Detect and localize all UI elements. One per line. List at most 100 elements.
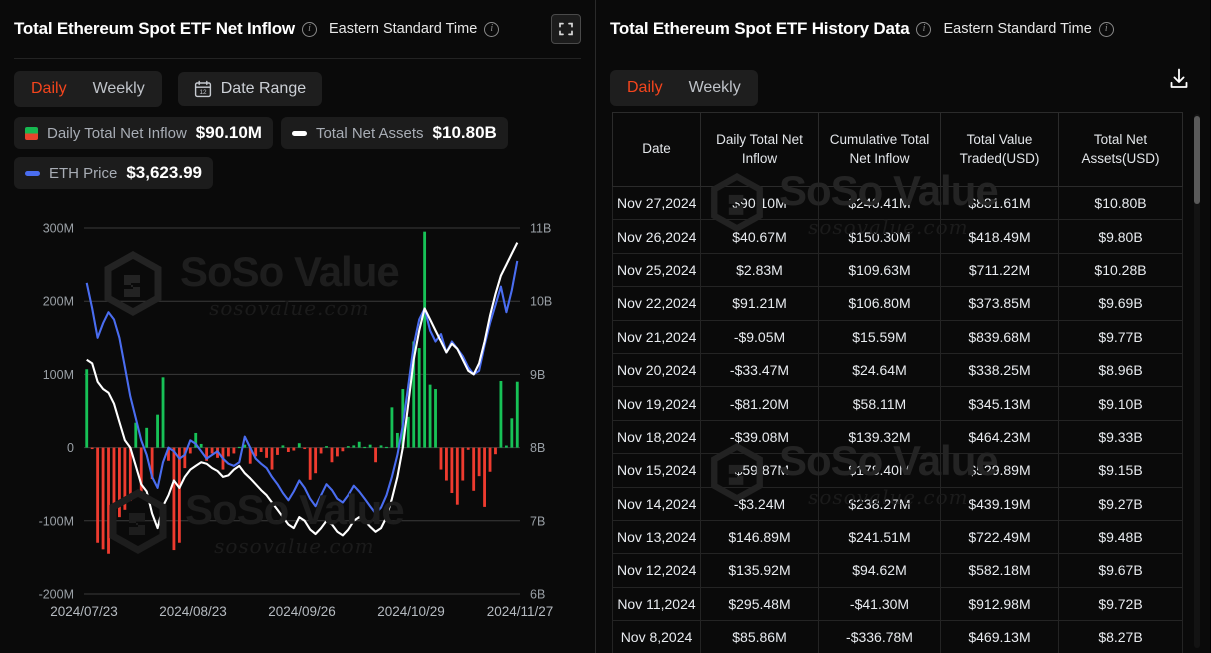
table-row[interactable]: Nov 19,2024 -$81.20M $58.11M $345.13M $9.10B: [612, 386, 1183, 421]
history-timezone-label: Eastern Standard Time: [943, 21, 1092, 37]
chart-bar: [123, 447, 127, 510]
cell-date: Nov 8,2024: [612, 620, 701, 653]
table-row[interactable]: Nov 12,2024 $135.92M $94.62M $582.18M $9.67B: [612, 553, 1183, 588]
chart-bar: [172, 447, 176, 551]
chart-bar: [439, 447, 443, 470]
table-row[interactable]: Nov 11,2024 $295.48M -$41.30M $912.98M $9.72…: [612, 586, 1183, 622]
chart-legend: Daily Total Net Inflow $90.10M Total Net…: [0, 107, 580, 189]
table-row[interactable]: Nov 14,2024 -$3.24M $238.27M $439.19M $9.27B: [612, 486, 1183, 521]
chart-bar: [363, 446, 367, 449]
history-table-container[interactable]: SoSo Value sosovalue.com SoSo Value soso…: [612, 112, 1194, 653]
x-axis-tick: 2024/08/23: [159, 604, 227, 619]
left-period-toggle: Daily Weekly: [14, 71, 162, 107]
chart-bar: [128, 447, 132, 502]
legend-daily-net-inflow[interactable]: Daily Total Net Inflow $90.10M: [14, 117, 273, 149]
cell-total-net-assets: $9.48B: [1058, 519, 1183, 555]
legend-marker-bar-icon: [25, 126, 38, 140]
legend-total-net-assets-label: Total Net Assets: [315, 124, 424, 142]
cell-daily-net-inflow: $91.21M: [700, 286, 819, 321]
table-column-header-0: Date: [612, 112, 701, 187]
timezone-label: Eastern Standard Time: [328, 21, 478, 37]
y-axis-tick: -200M: [39, 588, 74, 602]
cell-cumulative-net-inflow: $238.27M: [818, 486, 941, 521]
chart-bar: [319, 447, 323, 454]
chart-bar: [90, 447, 94, 450]
cell-total-value-traded: $345.13M: [940, 386, 1059, 421]
calendar-icon: 12: [194, 80, 211, 98]
cell-daily-net-inflow: -$33.47M: [700, 352, 819, 388]
download-button[interactable]: [1166, 66, 1194, 94]
table-row[interactable]: Nov 21,2024 -$9.05M $15.59M $839.68M $9.77B: [612, 319, 1183, 354]
cell-date: Nov 22,2024: [612, 286, 701, 321]
chart-bar: [368, 444, 372, 448]
chart-bar: [227, 447, 230, 457]
table-row[interactable]: Nov 22,2024 $91.21M $106.80M $373.85M $9.69B: [612, 286, 1183, 321]
chart-bar: [297, 443, 301, 448]
right-tab-weekly[interactable]: Weekly: [678, 75, 752, 101]
net-inflow-chart-panel: Total Ethereum Spot ETF Net Inflow i Eas…: [0, 0, 596, 653]
cell-cumulative-net-inflow: -$336.78M: [818, 620, 941, 653]
chart-bar: [450, 447, 454, 493]
history-data-panel: Total Ethereum Spot ETF History Data i E…: [596, 0, 1210, 653]
y-axis-tick: 300M: [43, 222, 74, 236]
cell-cumulative-net-inflow: $139.32M: [818, 419, 941, 455]
legend-total-net-assets[interactable]: Total Net Assets $10.80B: [280, 117, 508, 149]
y2-axis-tick: 8B: [530, 441, 545, 455]
cell-daily-net-inflow: $146.89M: [700, 519, 819, 555]
table-row[interactable]: Nov 26,2024 $40.67M $150.30M $418.49M $9.80B: [612, 219, 1183, 254]
y-axis-tick: -100M: [39, 514, 74, 528]
legend-eth-price[interactable]: ETH Price $3,623.99: [14, 157, 213, 189]
table-row[interactable]: Nov 18,2024 -$39.08M $139.32M $464.23M $9.33…: [612, 419, 1183, 455]
table-row[interactable]: Nov 8,2024 $85.86M -$336.78M $469.13M $8.27B: [612, 620, 1183, 653]
table-row[interactable]: Nov 15,2024 -$59.87M $178.40M $529.89M $9.15…: [612, 453, 1183, 488]
net-inflow-chart[interactable]: SoSo Value sosovalue.com SoSo Value soso…: [0, 196, 596, 653]
right-controls: Daily Weekly: [596, 58, 1210, 106]
table-row[interactable]: Nov 25,2024 $2.83M $109.63M $711.22M $10.28B: [612, 252, 1183, 288]
chart-bar: [406, 416, 410, 448]
chart-bar: [385, 446, 388, 449]
legend-total-net-assets-value: $10.80B: [432, 123, 497, 142]
fullscreen-button[interactable]: [551, 14, 581, 44]
cell-cumulative-net-inflow: $178.40M: [818, 453, 941, 488]
date-range-button[interactable]: 12 Date Range: [177, 72, 323, 106]
cell-total-value-traded: $464.23M: [940, 419, 1059, 455]
cell-total-net-assets: $10.28B: [1058, 252, 1183, 288]
history-timezone-info-icon[interactable]: i: [1098, 21, 1114, 37]
cell-cumulative-net-inflow: -$41.30M: [818, 586, 941, 622]
table-row[interactable]: Nov 20,2024 -$33.47M $24.64M $338.25M $8.96B: [612, 352, 1183, 388]
cell-cumulative-net-inflow: $106.80M: [818, 286, 941, 321]
cell-cumulative-net-inflow: $24.64M: [818, 352, 941, 388]
table-column-header-3: Total Value Traded(USD): [940, 112, 1059, 187]
title-info-icon[interactable]: i: [301, 21, 317, 37]
chart-bar: [118, 447, 121, 518]
y2-axis-tick: 9B: [530, 368, 545, 382]
cell-daily-net-inflow: -$59.87M: [700, 453, 819, 488]
chart-bar: [445, 447, 448, 481]
legend-marker-line-blue-icon: [25, 170, 40, 176]
right-tab-daily[interactable]: Daily: [616, 75, 674, 101]
cell-date: Nov 19,2024: [612, 386, 701, 421]
cell-total-net-assets: $9.80B: [1058, 219, 1183, 254]
chart-bar: [423, 231, 427, 448]
history-title-info-icon[interactable]: i: [916, 21, 932, 37]
chart-bar: [161, 377, 165, 448]
timezone-info-icon[interactable]: i: [484, 21, 500, 37]
table-row[interactable]: Nov 27,2024 $90.10M $240.41M $881.61M $10.80…: [612, 185, 1183, 221]
cell-daily-net-inflow: $85.86M: [700, 620, 819, 653]
cell-date: Nov 14,2024: [612, 486, 701, 521]
right-period-toggle: Daily Weekly: [610, 70, 758, 106]
table-row[interactable]: Nov 13,2024 $146.89M $241.51M $722.49M $9.48…: [612, 519, 1183, 555]
cell-daily-net-inflow: -$3.24M: [700, 486, 819, 521]
cell-date: Nov 13,2024: [612, 519, 701, 555]
left-controls: Daily Weekly 12 Date Range: [0, 59, 595, 107]
chart-bar: [188, 447, 192, 454]
left-tab-daily[interactable]: Daily: [20, 76, 78, 102]
chart-bar: [346, 446, 350, 448]
cell-total-net-assets: $9.72B: [1058, 586, 1183, 622]
table-scrollbar-thumb[interactable]: [1194, 116, 1200, 204]
chart-bar: [292, 447, 296, 451]
chart-bar: [504, 445, 508, 448]
x-axis-tick: 2024/07/23: [50, 604, 118, 619]
left-tab-weekly[interactable]: Weekly: [82, 76, 156, 102]
chart-bar: [308, 447, 312, 480]
